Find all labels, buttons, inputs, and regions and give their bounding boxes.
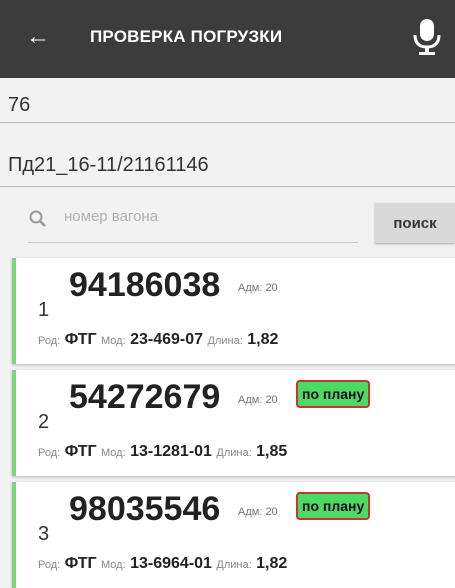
mod-label: Мод: [101, 447, 126, 459]
rod-label: Род: [38, 559, 61, 571]
length-value: 1,82 [247, 331, 279, 348]
card-index: 3 [38, 523, 50, 545]
search-icon [28, 209, 48, 234]
app-bar: ← ПРОВЕРКА ПОГРУЗКИ [0, 0, 455, 78]
wagon-details: Род: ФТГ Мод: 13-1281-01 Длина: 1,85 [38, 443, 287, 461]
wagon-card[interactable]: 2 54272679 Адм: 20 по плану Род: ФТГ Мод… [12, 370, 455, 476]
card-index: 2 [38, 411, 50, 433]
mod-value: 13-6964-01 [130, 555, 212, 572]
wagon-number: 54272679 [69, 378, 221, 416]
adm-info: Адм: 20 [238, 506, 278, 518]
rod-value: ФТГ [64, 331, 97, 348]
wagon-card[interactable]: 3 98035546 Адм: 20 по плану Род: ФТГ Мод… [12, 482, 455, 588]
field-1-value: 76 [8, 94, 31, 116]
adm-info: Адм: 20 [238, 282, 278, 294]
rod-value: ФТГ [64, 555, 97, 572]
adm-value: 20 [265, 282, 278, 294]
length-value: 1,85 [256, 443, 288, 460]
field-1[interactable]: 76 [0, 84, 455, 123]
search-field[interactable]: номер вагона [28, 198, 358, 243]
length-label: Длина: [216, 559, 252, 571]
adm-value: 20 [265, 394, 278, 406]
field-2[interactable]: Пд21_16-11/21161146 [0, 136, 455, 187]
wagon-number: 94186038 [69, 266, 221, 304]
wagon-card[interactable]: 1 94186038 Адм: 20 Род: ФТГ Мод: 23-469-… [12, 258, 455, 364]
adm-label: Адм: [238, 394, 263, 406]
card-index: 1 [38, 299, 50, 321]
adm-label: Адм: [238, 506, 263, 518]
adm-value: 20 [265, 506, 278, 518]
wagon-details: Род: ФТГ Мод: 23-469-07 Длина: 1,82 [38, 331, 278, 349]
search-button[interactable]: поиск [375, 203, 455, 243]
wagon-number: 98035546 [69, 490, 221, 528]
mod-label: Мод: [101, 559, 126, 571]
rod-value: ФТГ [64, 443, 97, 460]
search-input[interactable]: номер вагона [64, 208, 158, 225]
plan-badge: по плану [296, 492, 371, 520]
mod-value: 13-1281-01 [130, 443, 212, 460]
adm-info: Адм: 20 [238, 394, 278, 406]
rod-label: Род: [38, 335, 61, 347]
plan-badge: по плану [296, 380, 371, 408]
mod-label: Мод: [101, 335, 126, 347]
length-value: 1,82 [256, 555, 288, 572]
field-2-value: Пд21_16-11/21161146 [8, 154, 209, 176]
page-title: ПРОВЕРКА ПОГРУЗКИ [90, 27, 283, 46]
microphone-icon[interactable] [411, 17, 443, 62]
arrow-left-icon[interactable]: ← [26, 22, 50, 52]
rod-label: Род: [38, 447, 61, 459]
mod-value: 23-469-07 [130, 331, 204, 348]
wagon-details: Род: ФТГ Мод: 13-6964-01 Длина: 1,82 [38, 555, 287, 573]
adm-label: Адм: [238, 282, 263, 294]
length-label: Длина: [207, 335, 243, 347]
length-label: Длина: [216, 447, 252, 459]
